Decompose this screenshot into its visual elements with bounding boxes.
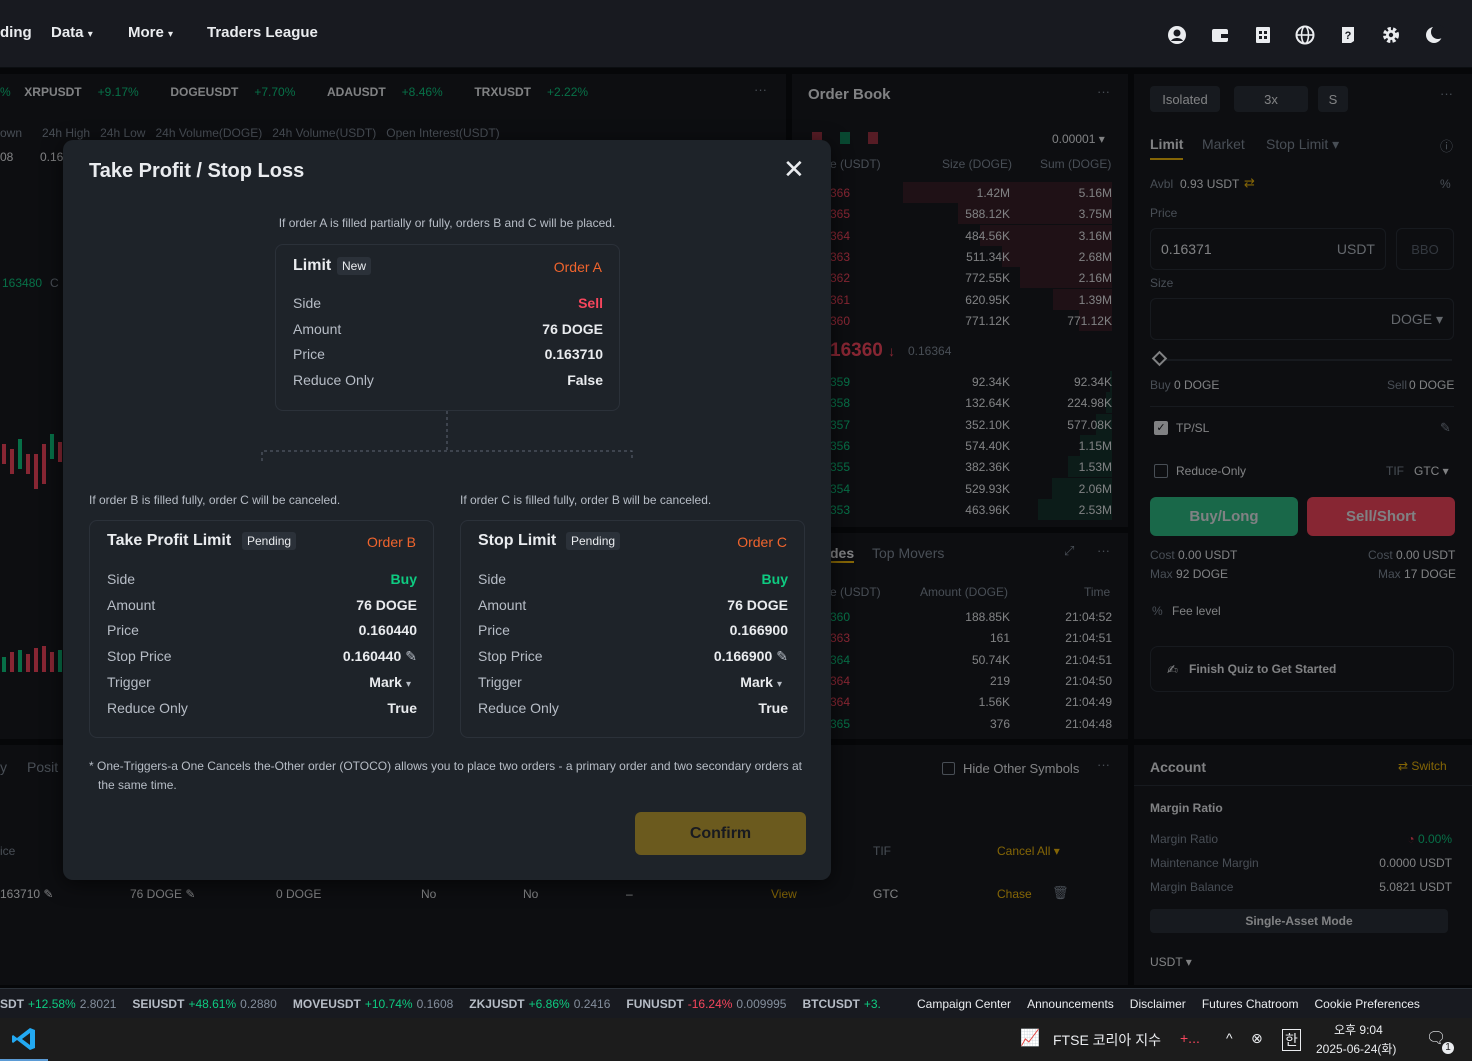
detail-value: 0.160440 bbox=[358, 622, 417, 639]
otoco-footnote: * One-Triggers-a One Cancels the-Other o… bbox=[89, 759, 802, 792]
edit-icon[interactable]: ✎ bbox=[405, 648, 417, 664]
detail-label: Reduce Only bbox=[293, 372, 374, 389]
detail-label: Reduce Only bbox=[107, 699, 188, 716]
detail-label: Amount bbox=[107, 596, 156, 613]
detail-value[interactable]: 0.166900 ✎ bbox=[714, 648, 788, 665]
chevron-up-icon[interactable]: ^ bbox=[1226, 1030, 1233, 1046]
detail-label: Price bbox=[107, 622, 139, 639]
detail-label: Trigger bbox=[107, 673, 151, 690]
moon-icon[interactable] bbox=[1423, 24, 1445, 46]
detail-value: 76 DOGE bbox=[542, 320, 603, 337]
top-nav-bar: ding Data ▾ More ▾ Traders League ? bbox=[0, 0, 1472, 68]
footer-link[interactable]: Disclaimer bbox=[1130, 997, 1186, 1011]
orders-icon[interactable] bbox=[1252, 24, 1274, 46]
order-b-card: Take Profit Limit Pending Order B Side Bu… bbox=[89, 520, 434, 738]
detail-label: Amount bbox=[478, 596, 527, 613]
detail-value: 0.163710 bbox=[544, 346, 603, 363]
detail-value: True bbox=[758, 699, 788, 716]
footer-link[interactable]: Futures Chatroom bbox=[1202, 997, 1299, 1011]
ime-icon[interactable]: 한 bbox=[1282, 1029, 1301, 1051]
close-icon[interactable]: ✕ bbox=[783, 156, 805, 182]
news-change: +... bbox=[1180, 1030, 1200, 1046]
order-c-card: Stop Limit Pending Order C Side Buy Amount… bbox=[460, 520, 805, 738]
footer-link[interactable]: Campaign Center bbox=[917, 997, 1011, 1011]
chevron-down-icon: ▾ bbox=[168, 29, 174, 40]
order-b-type: Take Profit Limit bbox=[107, 532, 232, 549]
detail-value[interactable]: Mark ▾ bbox=[740, 674, 782, 690]
order-a-type: Limit bbox=[293, 257, 332, 274]
order-a-tag: Order A bbox=[553, 259, 602, 275]
detail-value: Buy bbox=[761, 571, 788, 587]
order-b-tag: Order B bbox=[366, 534, 416, 550]
detail-label: Stop Price bbox=[478, 648, 543, 665]
bottom-ticker: SDT +12.58% 2.8021 SEIUSDT +48.61% 0.2880 MOVE… bbox=[0, 997, 900, 1011]
wallet-icon[interactable] bbox=[1209, 24, 1231, 46]
detail-value: 0.166900 bbox=[729, 622, 788, 639]
order-c-badge: Pending bbox=[566, 532, 621, 550]
footer-links: Campaign Center Announcements Disclaimer Fu… bbox=[917, 997, 1436, 1011]
order-a-card: Limit New Order A Side Sell Amount 76 DOGE P… bbox=[275, 244, 620, 411]
detail-value: True bbox=[387, 699, 417, 716]
close-circle-icon[interactable]: ⊗ bbox=[1251, 1030, 1263, 1047]
news-widget[interactable]: FTSE 코리아 지수 bbox=[1053, 1030, 1161, 1050]
confirm-button[interactable]: Confirm bbox=[635, 812, 806, 855]
bottom-ticker-bar: SDT +12.58% 2.8021 SEIUSDT +48.61% 0.2880 MOVE… bbox=[0, 988, 1472, 1018]
os-taskbar: 📈 FTSE 코리아 지수 +... ^ ⊗ 한 오후 9:04 2025-06… bbox=[0, 1018, 1472, 1061]
chevron-down-icon: ▾ bbox=[87, 29, 93, 40]
svg-text:?: ? bbox=[1345, 30, 1352, 42]
bottom-ticker-item[interactable]: FUNUSDT -16.24% 0.009995 bbox=[626, 997, 786, 1011]
edit-icon[interactable]: ✎ bbox=[776, 648, 788, 664]
modal-title: Take Profit / Stop Loss bbox=[89, 160, 305, 182]
nav-traders-league[interactable]: Traders League bbox=[207, 24, 318, 41]
note-order-c: If order C is filled fully, order B will… bbox=[460, 493, 712, 507]
bottom-ticker-item[interactable]: SDT +12.58% 2.8021 bbox=[0, 997, 116, 1011]
detail-value: Sell bbox=[578, 295, 603, 311]
vscode-icon[interactable] bbox=[0, 1018, 48, 1061]
detail-value[interactable]: 0.160440 ✎ bbox=[343, 648, 417, 665]
gear-icon[interactable] bbox=[1380, 24, 1402, 46]
order-connector bbox=[261, 411, 633, 461]
detail-label: Side bbox=[478, 571, 507, 587]
bottom-ticker-item[interactable]: BTCUSDT +3. bbox=[802, 997, 884, 1011]
detail-label: Price bbox=[293, 346, 325, 363]
detail-label: Reduce Only bbox=[478, 699, 559, 716]
user-icon[interactable] bbox=[1166, 24, 1188, 46]
order-c-tag: Order C bbox=[737, 534, 787, 550]
detail-value: 76 DOGE bbox=[727, 596, 788, 613]
footer-link[interactable]: Announcements bbox=[1027, 997, 1114, 1011]
detail-label: Trigger bbox=[478, 673, 522, 690]
globe-icon[interactable] bbox=[1294, 24, 1316, 46]
nav-data[interactable]: Data ▾ bbox=[51, 24, 93, 41]
detail-value: 76 DOGE bbox=[356, 596, 417, 613]
detail-value[interactable]: Mark ▾ bbox=[369, 674, 411, 690]
note-order-b: If order B is filled fully, order C will… bbox=[89, 493, 341, 507]
nav-more[interactable]: More ▾ bbox=[128, 24, 173, 41]
detail-label: Side bbox=[293, 295, 322, 311]
nav-trading-partial[interactable]: ding bbox=[0, 24, 32, 41]
bottom-ticker-item[interactable]: SEIUSDT +48.61% 0.2880 bbox=[132, 997, 276, 1011]
chevron-down-icon: ▾ bbox=[776, 678, 782, 690]
detail-value: False bbox=[567, 372, 603, 389]
bottom-ticker-item[interactable]: MOVEUSDT +10.74% 0.1608 bbox=[293, 997, 453, 1011]
tpsl-modal: Take Profit / Stop Loss ✕ If order A is … bbox=[63, 140, 831, 880]
detail-value: Buy bbox=[390, 571, 417, 587]
note-order-a: If order A is filled partially or fully,… bbox=[278, 216, 616, 230]
order-b-badge: Pending bbox=[242, 532, 297, 550]
detail-label: Price bbox=[478, 622, 510, 639]
clock-time: 오후 9:04 bbox=[1334, 1023, 1383, 1037]
help-icon[interactable]: ? bbox=[1337, 24, 1359, 46]
detail-label: Side bbox=[107, 571, 136, 587]
chevron-down-icon: ▾ bbox=[405, 678, 411, 690]
clock-date: 2025-06-24(화) bbox=[1316, 1042, 1397, 1056]
order-c-type: Stop Limit bbox=[478, 532, 557, 549]
chart-trend-icon: 📈 bbox=[1020, 1030, 1040, 1047]
detail-label: Amount bbox=[293, 320, 342, 337]
bottom-ticker-item[interactable]: ZKJUSDT +6.86% 0.2416 bbox=[469, 997, 610, 1011]
detail-label: Stop Price bbox=[107, 648, 172, 665]
footer-link[interactable]: Cookie Preferences bbox=[1315, 997, 1420, 1011]
order-a-badge: New bbox=[337, 257, 372, 275]
notification-badge: 1 bbox=[1442, 1042, 1454, 1054]
